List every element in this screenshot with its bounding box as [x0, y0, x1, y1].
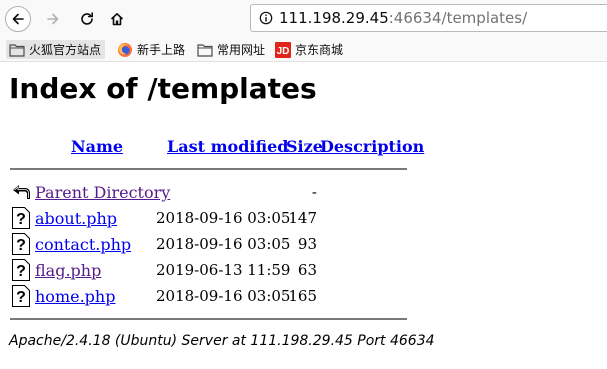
column-header-description[interactable]: Description — [320, 137, 424, 156]
file-size: 165 — [288, 287, 317, 305]
file-link[interactable]: about.php — [35, 209, 117, 228]
file-size: 147 — [288, 209, 317, 227]
table-row: ? contact.php 2018-09-16 03:05 93 — [11, 233, 431, 255]
bookmark-firefox-official[interactable]: 火狐官方站点 — [6, 40, 106, 59]
page-content: Index of /templates Name Last modified S… — [0, 62, 607, 369]
svg-text:JD: JD — [277, 46, 290, 57]
folder-icon — [197, 43, 213, 57]
bookmarks-toolbar: 火狐官方站点 新手上路 常用网址 JD 京东商城 — [0, 37, 607, 62]
jd-icon: JD — [275, 41, 291, 58]
file-modified: 2018-09-16 03:05 — [156, 235, 291, 253]
forward-arrow-icon — [47, 13, 59, 25]
bookmark-jd[interactable]: JD 京东商城 — [275, 40, 343, 59]
column-header-size[interactable]: Size — [286, 137, 323, 156]
table-row: ? flag.php 2019-06-13 11:59 63 — [11, 259, 431, 281]
unknown-file-icon: ? — [12, 207, 30, 229]
browser-toolbar: 111.198.29.45:46634/templates/ — [0, 0, 607, 37]
reload-icon — [81, 12, 93, 25]
table-row: ? home.php 2018-09-16 03:05 165 — [11, 285, 431, 307]
bookmark-label: 常用网址 — [217, 43, 266, 57]
bookmark-common-sites[interactable]: 常用网址 — [197, 40, 265, 59]
bookmark-label: 京东商城 — [295, 43, 344, 57]
footer-divider — [10, 318, 407, 320]
url-path: :46634/templates/ — [388, 9, 528, 27]
back-button[interactable] — [5, 6, 31, 32]
home-button[interactable] — [104, 6, 130, 32]
file-size: - — [311, 183, 317, 201]
address-bar[interactable]: 111.198.29.45:46634/templates/ — [250, 4, 607, 32]
file-modified: 2018-09-16 03:05 — [156, 287, 291, 305]
svg-text:?: ? — [16, 237, 26, 254]
bookmark-label: 火狐官方站点 — [29, 43, 102, 57]
file-link[interactable]: flag.php — [35, 261, 101, 280]
file-link[interactable]: home.php — [35, 287, 115, 306]
column-header-name[interactable]: Name — [71, 137, 123, 156]
table-row: ? about.php 2018-09-16 03:05 147 — [11, 207, 431, 229]
forward-button[interactable] — [40, 6, 66, 32]
bookmark-label: 新手上路 — [137, 43, 186, 57]
file-size: 63 — [297, 261, 317, 279]
unknown-file-icon: ? — [12, 285, 30, 307]
header-divider — [10, 168, 407, 170]
svg-text:?: ? — [16, 211, 26, 228]
parent-directory-link[interactable]: Parent Directory — [35, 183, 170, 202]
firefox-icon — [118, 42, 132, 57]
svg-text:?: ? — [16, 289, 26, 306]
home-icon — [110, 13, 124, 26]
back-arrow-icon — [12, 13, 24, 25]
url-host: 111.198.29.45 — [279, 9, 389, 27]
table-row-parent: Parent Directory - — [11, 181, 431, 203]
unknown-file-icon: ? — [12, 233, 30, 255]
info-icon[interactable] — [259, 11, 273, 25]
svg-text:?: ? — [16, 263, 26, 280]
unknown-file-icon: ? — [12, 259, 30, 281]
folder-icon — [9, 43, 25, 57]
column-header-last-modified[interactable]: Last modified — [167, 137, 288, 156]
file-modified: 2018-09-16 03:05 — [156, 209, 291, 227]
file-link[interactable]: contact.php — [35, 235, 131, 254]
file-size: 93 — [297, 235, 317, 253]
server-signature: Apache/2.4.18 (Ubuntu) Server at 111.198… — [9, 333, 435, 349]
bookmark-getting-started[interactable]: 新手上路 — [117, 40, 185, 59]
file-modified: 2019-06-13 11:59 — [156, 261, 291, 279]
reload-button[interactable] — [74, 6, 100, 32]
page-title: Index of /templates — [9, 72, 317, 105]
back-folder-icon — [13, 185, 30, 199]
